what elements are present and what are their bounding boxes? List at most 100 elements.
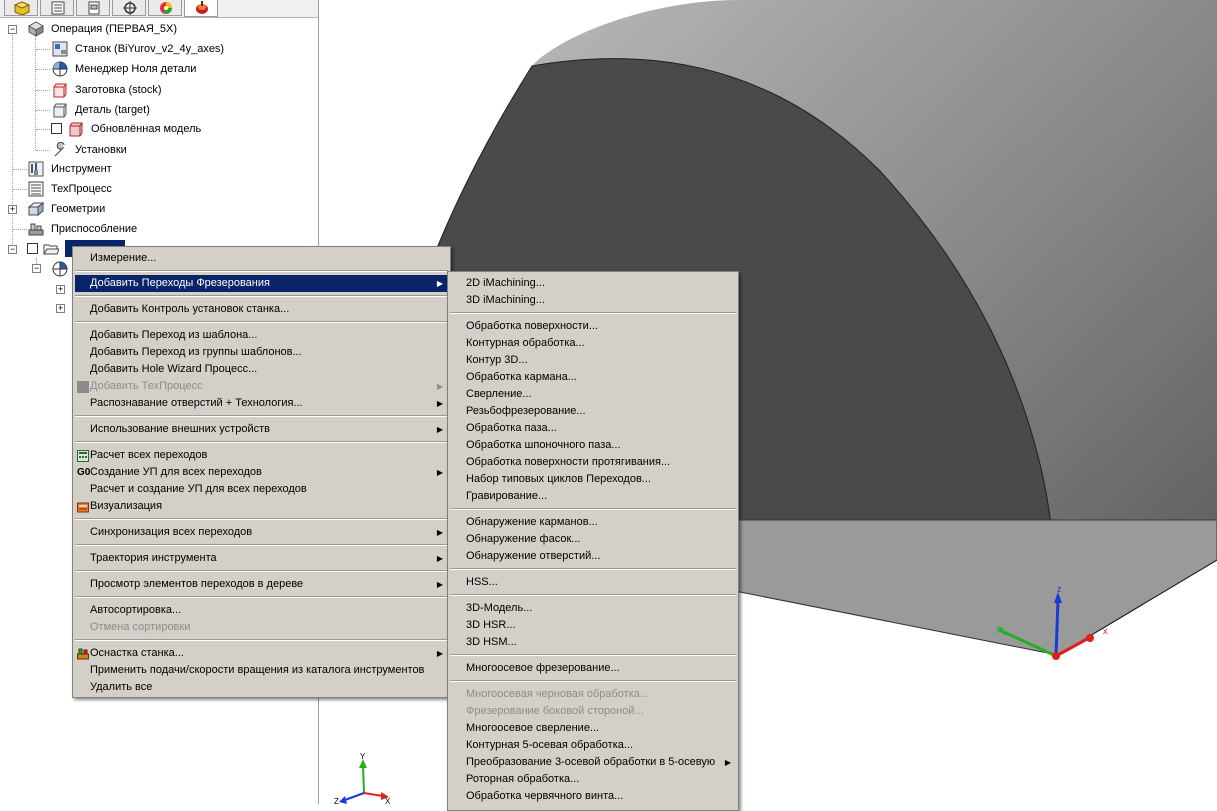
menu-item-label: 3D HSM... [466, 636, 517, 648]
tree-item-geometries[interactable]: + Геометрии [0, 200, 318, 218]
x-axis-label: x [1103, 626, 1108, 636]
tree-item-stock[interactable]: Заготовка (stock) [0, 81, 318, 99]
tree-item-label: Менеджер Ноля детали [75, 63, 197, 75]
expand-toggle[interactable]: + [56, 285, 65, 294]
menu-item-3d-hsm[interactable]: 3D HSM... [450, 634, 736, 651]
menu-item-simulation[interactable]: Визуализация [75, 498, 448, 515]
tab-camworks[interactable] [184, 0, 218, 17]
tree-item-label: ТехПроцесс [51, 183, 112, 195]
menu-item-generate-and-post-all[interactable]: Расчет и создание УП для всех переходов [75, 481, 448, 498]
tree-item-operation[interactable]: − Операция (ПЕРВАЯ_5X) [0, 20, 318, 38]
menu-item-hss[interactable]: HSS... [450, 574, 736, 591]
menu-item-label: Контурная 5-осевая обработка... [466, 739, 634, 751]
menu-item-add-from-template-group[interactable]: Добавить Переход из группы шаблонов... [75, 344, 448, 361]
menu-separator [75, 639, 448, 641]
menu-item-add-milling-operations[interactable]: Добавить Переходы Фрезерования ▶ [75, 275, 448, 292]
menu-item-autosort[interactable]: Автосортировка... [75, 602, 448, 619]
menu-item-post-all[interactable]: G0 Создание УП для всех переходов ▶ [75, 464, 448, 481]
submenu-arrow-icon: ▶ [436, 382, 443, 391]
menu-item-2d-imachining[interactable]: 2D iMachining... [450, 275, 736, 292]
visibility-checkbox[interactable] [51, 123, 62, 134]
menu-item-label: 3D-Модель... [466, 602, 533, 614]
camworks-icon [196, 1, 208, 14]
menu-item-chamfer-detection[interactable]: Обнаружение фасок... [450, 531, 736, 548]
submenu-arrow-icon: ▶ [436, 468, 443, 477]
menu-item-label: Добавить Переходы Фрезерования [90, 277, 270, 289]
menu-item-apply-feeds-speeds[interactable]: Применить подачи/скорости вращения из ка… [75, 662, 448, 679]
menu-item-label: 3D iMachining... [466, 294, 545, 306]
menu-item-multiaxis-milling[interactable]: Многоосевое фрезерование... [450, 660, 736, 677]
menu-item-3d-model[interactable]: 3D-Модель... [450, 600, 736, 617]
menu-item-slot[interactable]: Обработка паза... [450, 420, 736, 437]
tree-item-label: Приспособление [51, 223, 138, 235]
menu-item-3d-imachining[interactable]: 3D iMachining... [450, 292, 736, 309]
menu-separator [75, 441, 448, 443]
tree-item-target[interactable]: Деталь (target) [0, 101, 318, 119]
menu-item-label: Измерение... [90, 252, 157, 264]
menu-item-toolpath[interactable]: Траектория инструмента ▶ [75, 550, 448, 567]
submenu-arrow-icon: ▶ [436, 399, 443, 408]
menu-item-add-machine-setup-check[interactable]: Добавить Контроль установок станка... [75, 301, 448, 318]
menu-item-view-in-tree[interactable]: Просмотр элементов переходов в дереве ▶ [75, 576, 448, 593]
menu-item-worm-screw[interactable]: Обработка червячного винта... [450, 788, 736, 805]
tab-display[interactable] [148, 0, 182, 16]
menu-item-label: Синхронизация всех переходов [90, 526, 253, 538]
tree-item-fixture[interactable]: Приспособление [0, 220, 318, 238]
menu-item-label: Добавить Hole Wizard Процесс... [90, 363, 258, 375]
menu-item-label: Обнаружение фасок... [466, 533, 581, 545]
menu-item-keyway[interactable]: Обработка шпоночного паза... [450, 437, 736, 454]
menu-item-sync-all[interactable]: Синхронизация всех переходов ▶ [75, 524, 448, 541]
menu-item-rotary-machining[interactable]: Роторная обработка... [450, 771, 736, 788]
tree-item-techprocess[interactable]: ТехПроцесс [0, 180, 318, 198]
menu-separator [450, 680, 736, 682]
tree-item-part-zero[interactable]: Менеджер Ноля детали [0, 60, 318, 78]
collapse-toggle[interactable]: − [8, 25, 17, 34]
tree-item-label: Инструмент [51, 163, 112, 175]
collapse-toggle[interactable]: − [32, 264, 41, 273]
menu-item-add-hole-wizard[interactable]: Добавить Hole Wizard Процесс... [75, 361, 448, 378]
expand-toggle[interactable]: + [56, 304, 65, 313]
menu-item-typical-cycles[interactable]: Набор типовых циклов Переходов... [450, 471, 736, 488]
menu-item-thread-milling[interactable]: Резьбофрезерование... [450, 403, 736, 420]
menu-item-pocket[interactable]: Обработка кармана... [450, 369, 736, 386]
menu-separator [450, 594, 736, 596]
tree-item-tool[interactable]: Инструмент [0, 160, 318, 178]
expand-toggle[interactable]: + [8, 205, 17, 214]
menu-item-face-milling[interactable]: Обработка поверхности... [450, 318, 736, 335]
tab-feature-tree[interactable] [40, 0, 74, 16]
tree-item-updated-model[interactable]: Обновлённая модель [0, 120, 318, 138]
menu-item-engraving[interactable]: Гравирование... [450, 488, 736, 505]
menu-item-multiaxis-drilling[interactable]: Многоосевое сверление... [450, 720, 736, 737]
submenu-arrow-icon: ▶ [724, 758, 731, 767]
tab-part[interactable] [4, 0, 38, 16]
menu-item-measure[interactable]: Измерение... [75, 250, 448, 267]
menu-item-3d-hsr[interactable]: 3D HSR... [450, 617, 736, 634]
menu-item-pocket-detection[interactable]: Обнаружение карманов... [450, 514, 736, 531]
menu-item-hole-recognition[interactable]: Распознавание отверстий + Технология... ▶ [75, 395, 448, 412]
visibility-checkbox[interactable] [27, 243, 38, 254]
menu-item-add-from-template[interactable]: Добавить Переход из шаблона... [75, 327, 448, 344]
tab-config[interactable] [112, 0, 146, 16]
menu-item-label: Гравирование... [466, 490, 548, 502]
menu-item-contour-3d[interactable]: Контур 3D... [450, 352, 736, 369]
menu-item-undo-sort: Отмена сортировки [75, 619, 448, 636]
menu-item-broaching-surface[interactable]: Обработка поверхности протягивания... [450, 454, 736, 471]
menu-item-label: Просмотр элементов переходов в дереве [90, 578, 304, 590]
menu-item-label: Траектория инструмента [90, 552, 217, 564]
menu-item-machine-fixtures[interactable]: Оснастка станка... ▶ [75, 645, 448, 662]
collapse-toggle[interactable]: − [8, 245, 17, 254]
menu-item-label: Преобразование 3-осевой обработки в 5-ос… [466, 756, 716, 768]
menu-item-contour-5axis[interactable]: Контурная 5-осевая обработка... [450, 737, 736, 754]
menu-item-label: Расчет всех переходов [90, 449, 208, 461]
tree-item-machine[interactable]: Станок (BiYurov_v2_4y_axes) [0, 40, 318, 58]
menu-item-hole-detection[interactable]: Обнаружение отверстий... [450, 548, 736, 565]
menu-item-delete-all[interactable]: Удалить все [75, 679, 448, 696]
menu-item-generate-all-toolpaths[interactable]: Расчет всех переходов [75, 447, 448, 464]
tree-item-setups[interactable]: Установки [0, 141, 318, 159]
triad-z-arrow [339, 796, 347, 804]
menu-item-external-devices[interactable]: Использование внешних устройств ▶ [75, 421, 448, 438]
tab-property[interactable] [76, 0, 110, 16]
menu-item-convert-3-to-5-axis[interactable]: Преобразование 3-осевой обработки в 5-ос… [450, 754, 736, 771]
menu-item-contour-milling[interactable]: Контурная обработка... [450, 335, 736, 352]
menu-item-drilling[interactable]: Сверление... [450, 386, 736, 403]
